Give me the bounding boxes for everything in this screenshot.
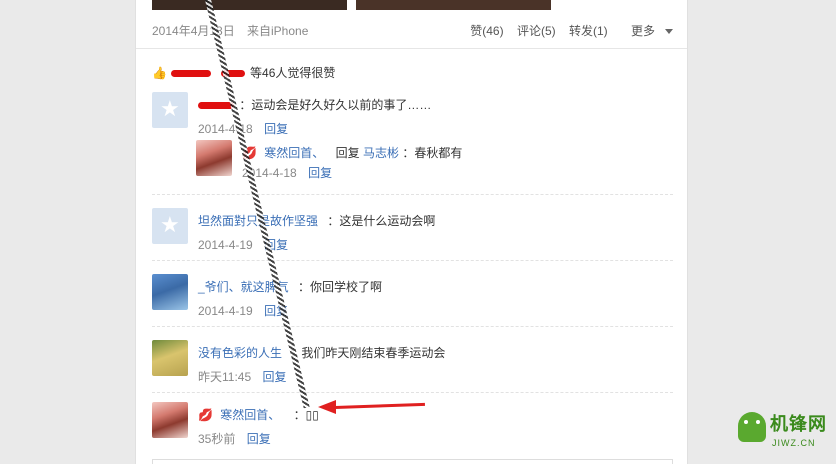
weibo-post-card: 2014年4月18日 来自iPhone 赞(46) 评论(5) 转发(1) 更多…	[135, 0, 688, 464]
comment-meta: 2014-4-19 回复	[198, 236, 288, 253]
comment-item: _爷们、就这脾气 ：你回学校了啊 2014-4-19 回复	[152, 274, 673, 318]
redaction-mark	[171, 70, 212, 78]
annotation-arrow-head	[318, 400, 336, 414]
default-avatar[interactable]: ★	[152, 208, 188, 244]
reply-to-user[interactable]: 马志彬	[363, 146, 399, 160]
comment-text: ：春秋都有	[402, 146, 463, 160]
comment-time: 35秒前	[198, 432, 236, 446]
watermark-brand: 机锋网	[770, 414, 827, 434]
photo-avatar[interactable]	[152, 274, 188, 310]
reply-link[interactable]: 回复	[262, 370, 286, 384]
like-button[interactable]: 赞(46)	[470, 24, 503, 38]
reply-link[interactable]: 回复	[264, 122, 288, 136]
comment-body: 💋 寒然回首、 回复 马志彬 ：春秋都有	[242, 144, 462, 161]
star-icon: ★	[160, 96, 180, 121]
comment-user[interactable]: 寒然回首、	[264, 146, 324, 160]
comment-time: 2014-4-19	[198, 238, 253, 252]
comment-text: ：运动会是好久好久以前的事了……	[239, 98, 432, 112]
more-button[interactable]: 更多	[621, 24, 673, 38]
post-photo[interactable]	[152, 0, 347, 10]
post-meta-row: 2014年4月18日 来自iPhone 赞(46) 评论(5) 转发(1) 更多	[152, 22, 673, 42]
repost-button[interactable]: 转发(1)	[569, 24, 608, 38]
comment-meta: 2014-4-18 回复	[242, 164, 332, 181]
site-watermark: 机锋网 JIWZ.CN	[736, 398, 828, 458]
more-label: 更多	[630, 24, 655, 38]
comment-text: ：▯▯	[293, 408, 319, 422]
comment-time: 昨天11:45	[198, 370, 252, 384]
android-robot-icon	[738, 412, 766, 442]
post-photo[interactable]	[356, 0, 551, 10]
divider	[152, 392, 673, 393]
reply-link[interactable]: 回复	[308, 166, 332, 180]
comment-meta: 2014-4-19 回复	[198, 302, 288, 319]
comment-button[interactable]: 评论(5)	[517, 24, 556, 38]
reply-prefix: 回复	[335, 146, 360, 160]
divider	[152, 260, 673, 261]
post-date: 2014年4月18日	[152, 24, 235, 38]
comment-item: 没有色彩的人生 ：我们昨天刚结束春季运动会 昨天11:45 回复	[152, 340, 673, 384]
star-icon: ★	[160, 212, 180, 237]
thumbs-up-icon: 👍	[152, 66, 167, 80]
comment-input-box[interactable]	[152, 459, 673, 464]
anime-avatar[interactable]	[196, 140, 232, 176]
watermark-site: JIWZ.CN	[772, 438, 816, 448]
likes-count-text: 等46人觉得很赞	[250, 66, 336, 80]
comment-meta: 35秒前 回复	[198, 430, 271, 447]
anime-avatar[interactable]	[152, 402, 188, 438]
reply-link[interactable]: 回复	[247, 432, 271, 446]
caret-down-icon	[665, 29, 673, 35]
lips-icon: 💋	[198, 408, 213, 422]
post-actions: 赞(46) 评论(5) 转发(1) 更多	[460, 22, 673, 39]
nature-avatar[interactable]	[152, 340, 188, 376]
comment-body: 坦然面對只是故作坚强 ：这是什么运动会啊	[198, 212, 435, 229]
divider	[152, 194, 673, 195]
comment-text: ：我们昨天刚结束春季运动会	[289, 346, 446, 360]
comment-user[interactable]: 没有色彩的人生	[198, 346, 282, 360]
divider	[152, 326, 673, 327]
comment-item: ★ 坦然面對只是故作坚强 ：这是什么运动会啊 2014-4-19 回复	[152, 208, 673, 252]
comment-item: 💋 寒然回首、 回复 马志彬 ：春秋都有 2014-4-18 回复	[196, 140, 673, 180]
comment-time: 2014-4-19	[198, 304, 253, 318]
likes-summary: 👍 等46人觉得很赞	[152, 64, 335, 81]
comment-body: _爷们、就这脾气 ：你回学校了啊	[198, 278, 382, 295]
default-avatar[interactable]: ★	[152, 92, 188, 128]
comment-text: ：你回学校了啊	[298, 280, 383, 294]
comment-meta: 昨天11:45 回复	[198, 368, 287, 385]
comment-item: 💋 寒然回首、 ：▯▯ 35秒前 回复	[152, 402, 673, 446]
comment-time: 2014-4-18	[198, 122, 253, 136]
comment-user[interactable]: 寒然回首、	[220, 408, 280, 422]
comment-body: 💋 寒然回首、 ：▯▯	[198, 406, 319, 423]
post-source: 来自iPhone	[247, 24, 309, 38]
comment-body: 没有色彩的人生 ：我们昨天刚结束春季运动会	[198, 344, 445, 361]
comment-text: ：这是什么运动会啊	[327, 214, 436, 228]
redaction-mark	[198, 102, 234, 110]
